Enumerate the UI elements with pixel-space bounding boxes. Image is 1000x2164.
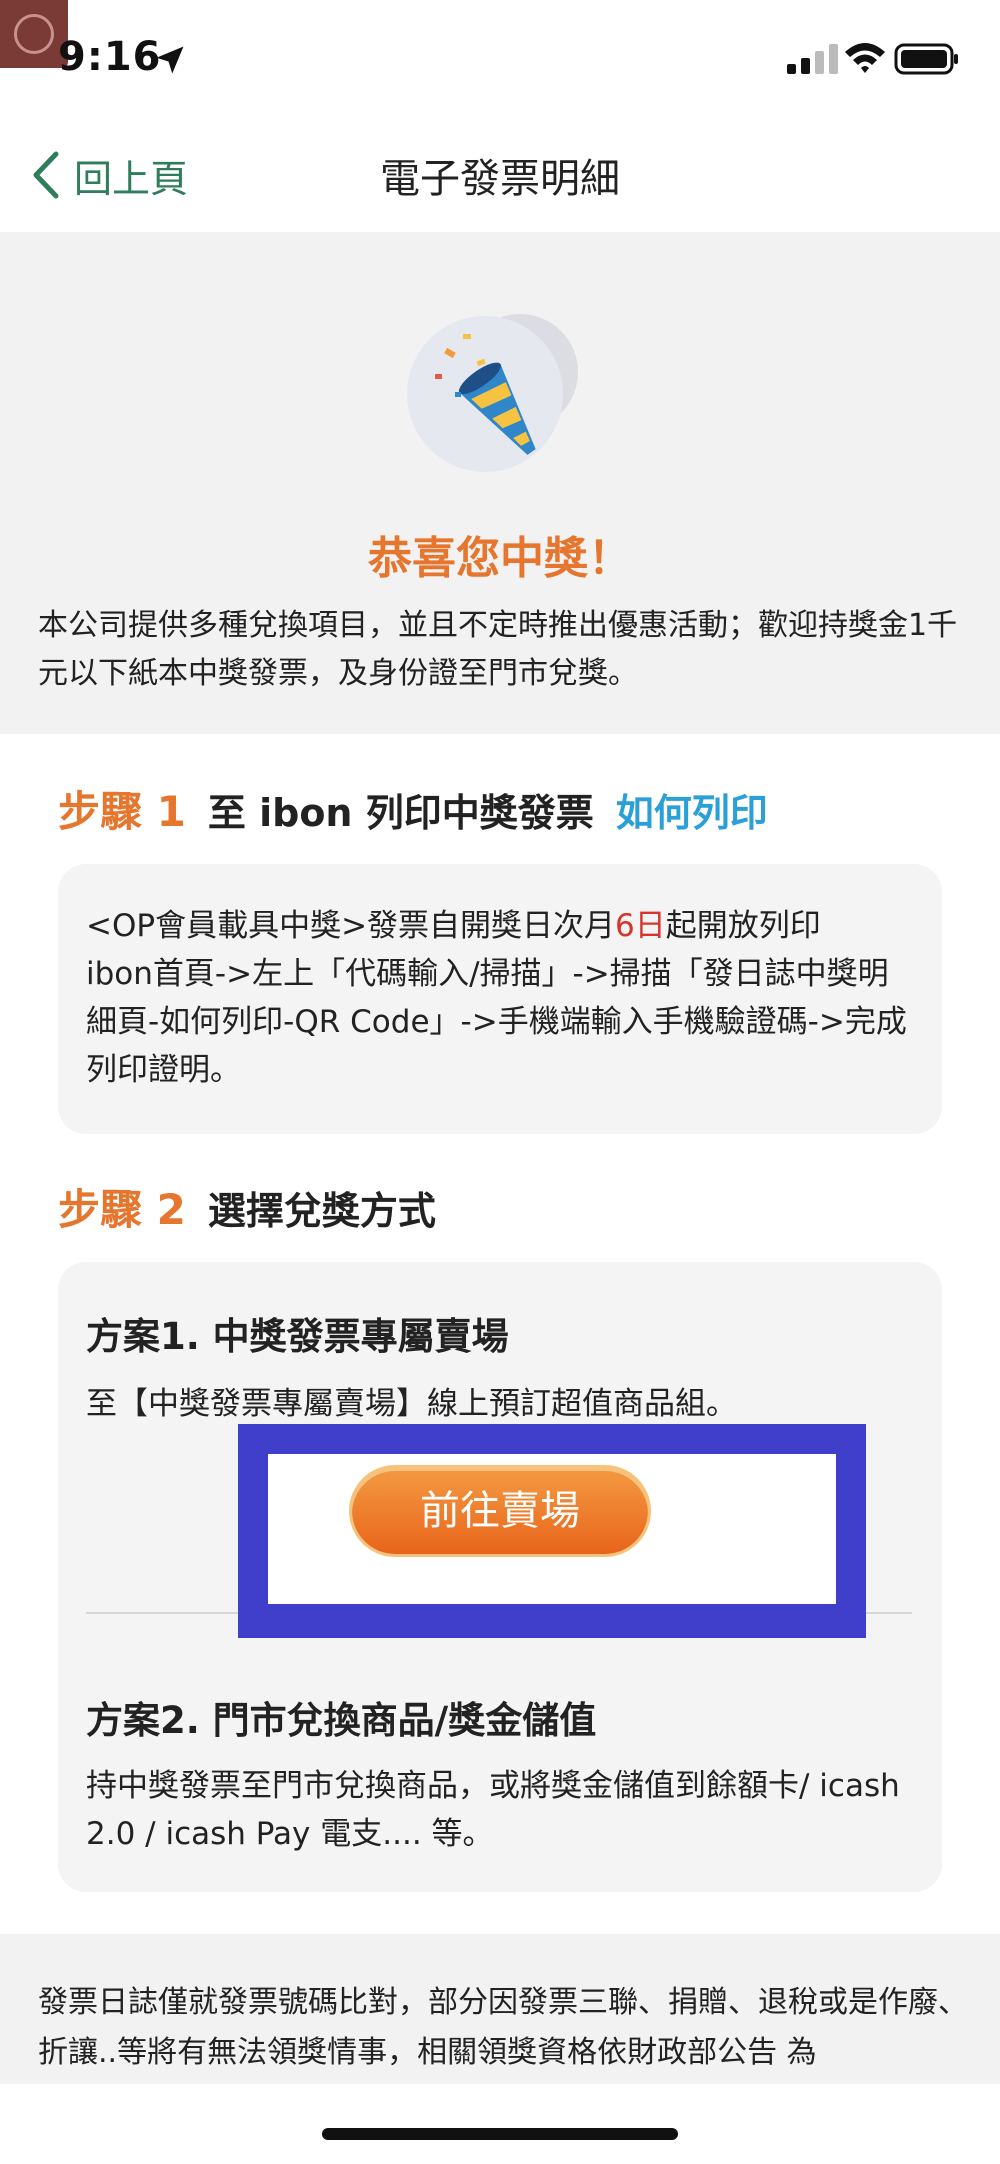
congratulations-title: 恭喜您中獎！ (368, 533, 632, 584)
navigation-bar: 回上頁 電子發票明細 (0, 120, 1000, 232)
step-1-title: 至 ibon 列印中獎發票 (207, 791, 594, 835)
status-bar: 9:16 (0, 0, 1000, 120)
battery-icon (894, 43, 958, 75)
location-arrow-icon (156, 46, 184, 74)
party-popper-icon (407, 314, 578, 472)
step-2-header: 步驟 2 選擇兌獎方式 (58, 1176, 436, 1237)
cellular-signal-icon (787, 44, 838, 74)
step-1-text-prefix: <OP會員載具中獎>發票自開獎日次月 (86, 908, 616, 944)
congratulations-text: 本公司提供多種兌換項目，並且不定時推出優惠活動；歡迎持獎金1千元以下紙本中獎發票… (38, 608, 958, 691)
step-1-text-rest: ibon首頁->左上「代碼輸入/掃描」->掃描「發日誌中獎明細頁-如何列印-QR… (86, 956, 907, 1088)
home-indicator-area (0, 2084, 1000, 2164)
status-time: 9:16 (58, 34, 162, 80)
step-1-date-highlight: 6日 (615, 908, 666, 944)
plan-1-title: 方案1. 中獎發票專屬賣場 (86, 1315, 509, 1358)
disclaimer-text: 發票日誌僅就發票號碼比對，部分因發票三聯、捐贈、退稅或是作廢、折讓..等將有無法… (38, 1985, 968, 2070)
step-1-header: 步驟 1 至 ibon 列印中獎發票 如何列印 (58, 778, 768, 839)
step-1-text-suffix: 起開放列印 (665, 908, 821, 944)
disclaimer-section: 發票日誌僅就發票號碼比對，部分因發票三聯、捐贈、退稅或是作廢、折讓..等將有無法… (0, 1934, 1000, 2084)
congratulations-banner: 恭喜您中獎！ 本公司提供多種兌換項目，並且不定時推出優惠活動；歡迎持獎金1千元以… (0, 232, 1000, 734)
highlight-inner: 前往賣場 (268, 1454, 836, 1604)
step-2-title: 選擇兌獎方式 (207, 1189, 436, 1233)
step-1-instructions: <OP會員載具中獎>發票自開獎日次月6日起開放列印 ibon首頁->左上「代碼輸… (86, 902, 916, 1094)
wifi-icon (845, 43, 885, 73)
step-2-number: 步驟 2 (58, 1185, 186, 1234)
page-title: 電子發票明細 (380, 156, 620, 202)
step-1-card: <OP會員載具中獎>發票自開獎日次月6日起開放列印 ibon首頁->左上「代碼輸… (58, 864, 942, 1134)
plan-2-title: 方案2. 門市兌換商品/獎金儲值 (86, 1699, 597, 1742)
plan-2-description: 持中獎發票至門市兌換商品，或將獎金儲值到餘額卡/ icash 2.0 / ica… (86, 1768, 900, 1852)
go-to-store-button[interactable]: 前往賣場 (352, 1468, 648, 1554)
home-indicator[interactable] (322, 2128, 678, 2140)
how-to-print-link[interactable]: 如何列印 (616, 782, 768, 837)
plan-1-description: 至【中獎發票專屬賣場】線上預訂超值商品組。 (86, 1386, 737, 1422)
step-1-number: 步驟 1 (58, 787, 186, 836)
highlight-annotation-box: 前往賣場 (238, 1424, 866, 1638)
